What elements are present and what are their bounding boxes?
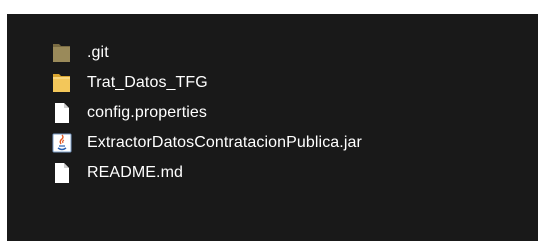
- file-icon: [55, 103, 69, 123]
- file-item-config-properties[interactable]: config.properties: [50, 98, 362, 128]
- file-name: config.properties: [87, 104, 207, 121]
- file-list: .git Trat_Datos_TFG config.properties Ex…: [50, 38, 362, 188]
- file-item-extractor-jar[interactable]: ExtractorDatosContratacionPublica.jar: [50, 128, 362, 158]
- file-item-git[interactable]: .git: [50, 38, 362, 68]
- java-jar-icon: [52, 133, 72, 153]
- folder-icon: [53, 44, 70, 62]
- file-icon: [55, 163, 69, 183]
- file-name: README.md: [87, 164, 184, 181]
- file-explorer-panel: .git Trat_Datos_TFG config.properties Ex…: [7, 14, 538, 241]
- file-name: ExtractorDatosContratacionPublica.jar: [87, 134, 362, 151]
- file-name: Trat_Datos_TFG: [87, 74, 208, 91]
- file-item-readme-md[interactable]: README.md: [50, 158, 362, 188]
- file-name: .git: [87, 44, 109, 61]
- file-item-trat-datos-tfg[interactable]: Trat_Datos_TFG: [50, 68, 362, 98]
- folder-icon: [53, 74, 70, 92]
